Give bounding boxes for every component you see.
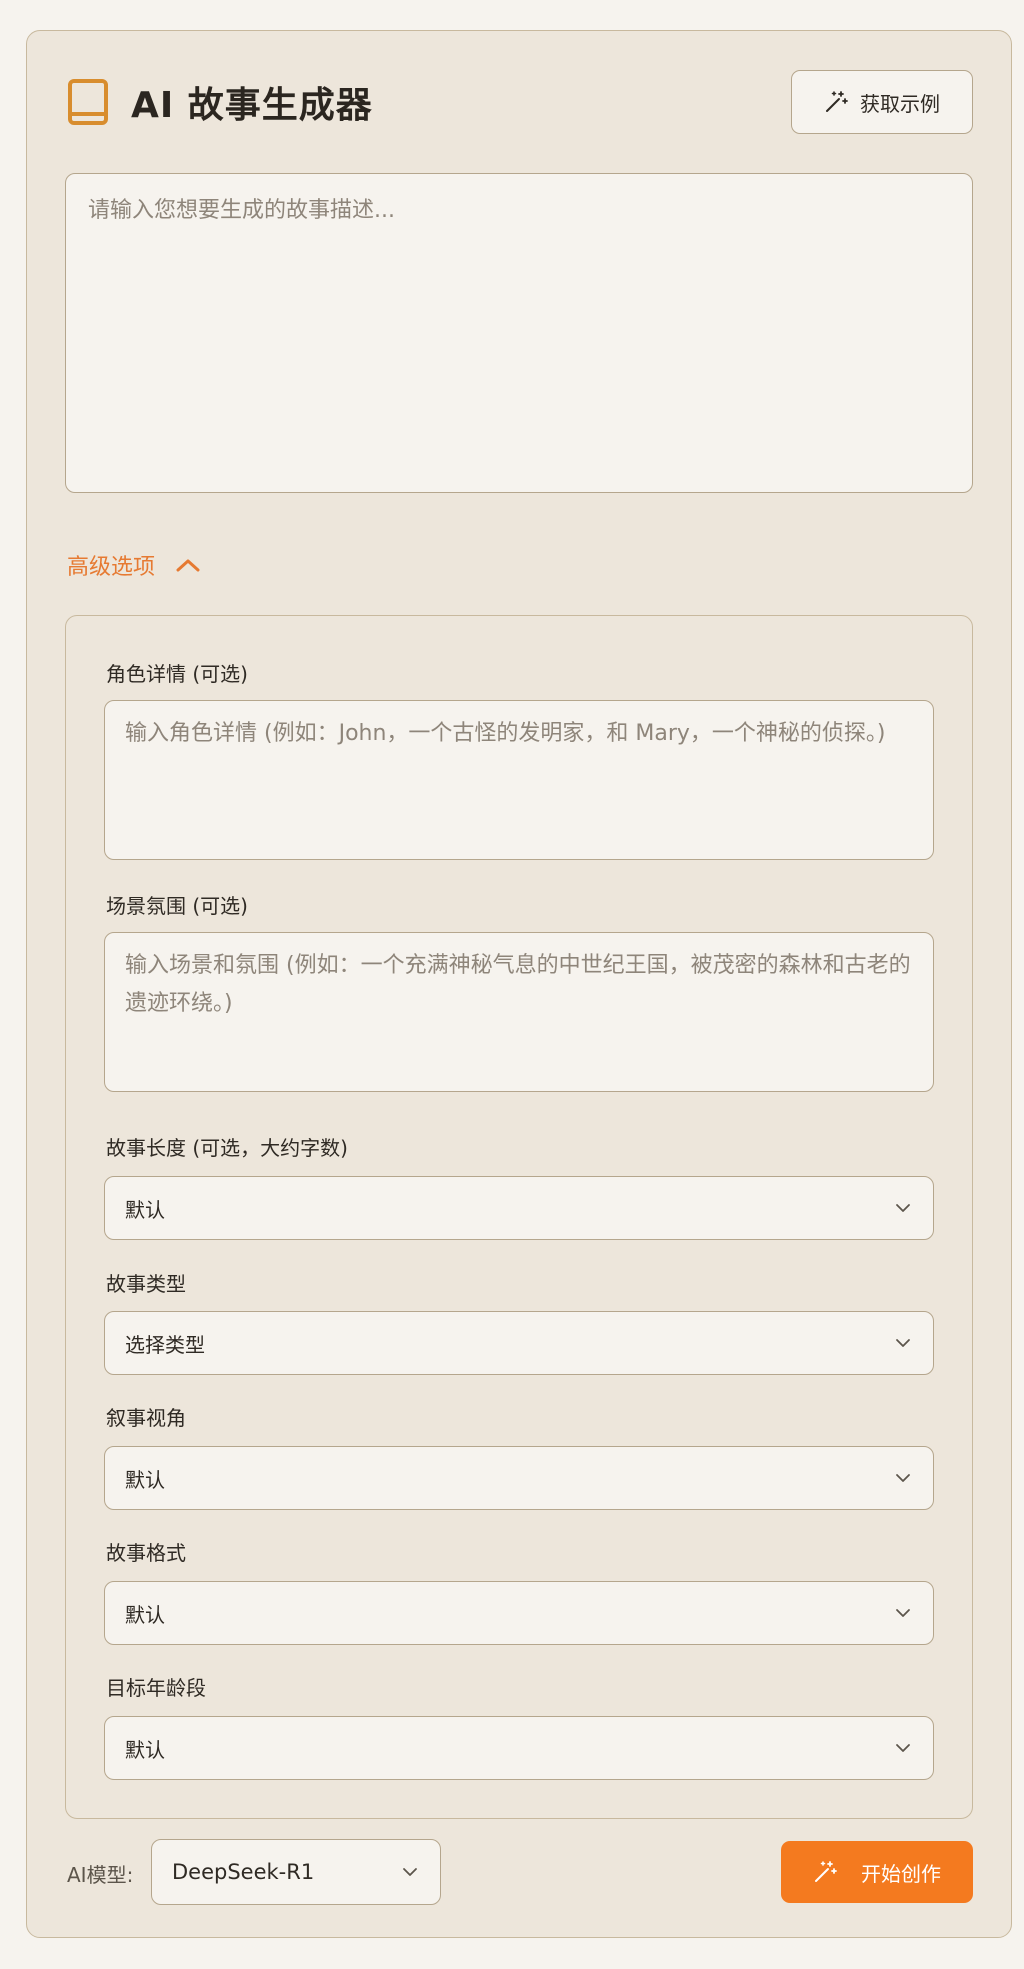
book-icon [68, 79, 108, 125]
magic-wand-icon [815, 1861, 837, 1882]
age-group-label: 目标年龄段 [106, 1676, 206, 1700]
setting-input[interactable] [104, 932, 934, 1092]
perspective-label: 叙事视角 [106, 1406, 186, 1430]
genre-label: 故事类型 [106, 1272, 186, 1296]
chevron-down-icon [403, 1868, 417, 1876]
format-label: 故事格式 [106, 1541, 186, 1565]
age-group-selected-value: 默认 [125, 1737, 165, 1762]
chevron-down-icon [896, 1744, 910, 1752]
chevron-down-icon [896, 1474, 910, 1482]
model-label: AI模型: [67, 1863, 134, 1887]
characters-label: 角色详情 (可选) [106, 662, 248, 686]
model-select[interactable]: DeepSeek-R1 [151, 1839, 441, 1905]
perspective-selected-value: 默认 [125, 1467, 165, 1492]
chevron-down-icon [896, 1609, 910, 1617]
length-select[interactable]: 默认 [104, 1176, 934, 1240]
page-title: AI 故事生成器 [131, 85, 373, 126]
genre-selected-value: 选择类型 [125, 1332, 205, 1357]
header: AI 故事生成器 获取示例 [67, 70, 973, 134]
footer-bar: AI模型: DeepSeek-R1 开始创作 [65, 1839, 973, 1905]
length-selected-value: 默认 [125, 1197, 165, 1222]
model-selected-value: DeepSeek-R1 [172, 1860, 315, 1884]
genre-select[interactable]: 选择类型 [104, 1311, 934, 1375]
setting-label: 场景氛围 (可选) [106, 894, 248, 918]
chevron-down-icon [896, 1339, 910, 1347]
start-creating-button[interactable]: 开始创作 [781, 1841, 973, 1903]
format-select[interactable]: 默认 [104, 1581, 934, 1645]
chevron-up-icon [176, 559, 200, 572]
title-group: AI 故事生成器 [67, 76, 373, 128]
length-label: 故事长度 (可选，大约字数) [106, 1136, 348, 1160]
get-example-button[interactable]: 获取示例 [791, 70, 973, 134]
advanced-options-toggle[interactable]: 高级选项 [67, 549, 201, 581]
characters-input[interactable] [104, 700, 934, 860]
chevron-down-icon [896, 1204, 910, 1212]
get-example-label: 获取示例 [860, 91, 940, 116]
start-creating-label: 开始创作 [861, 1861, 941, 1886]
story-description-input[interactable] [65, 173, 973, 493]
format-selected-value: 默认 [125, 1602, 165, 1627]
magic-wand-icon [826, 91, 848, 112]
perspective-select[interactable]: 默认 [104, 1446, 934, 1510]
story-generator-card: AI 故事生成器 获取示例 高级选项 角色详情 (可选) 场景氛围 (可选) [26, 30, 1012, 1938]
advanced-options-panel: 角色详情 (可选) 场景氛围 (可选) 故事长度 (可选，大约字数) 默认 故事… [65, 615, 973, 1819]
age-group-select[interactable]: 默认 [104, 1716, 934, 1780]
advanced-options-label: 高级选项 [67, 555, 156, 580]
